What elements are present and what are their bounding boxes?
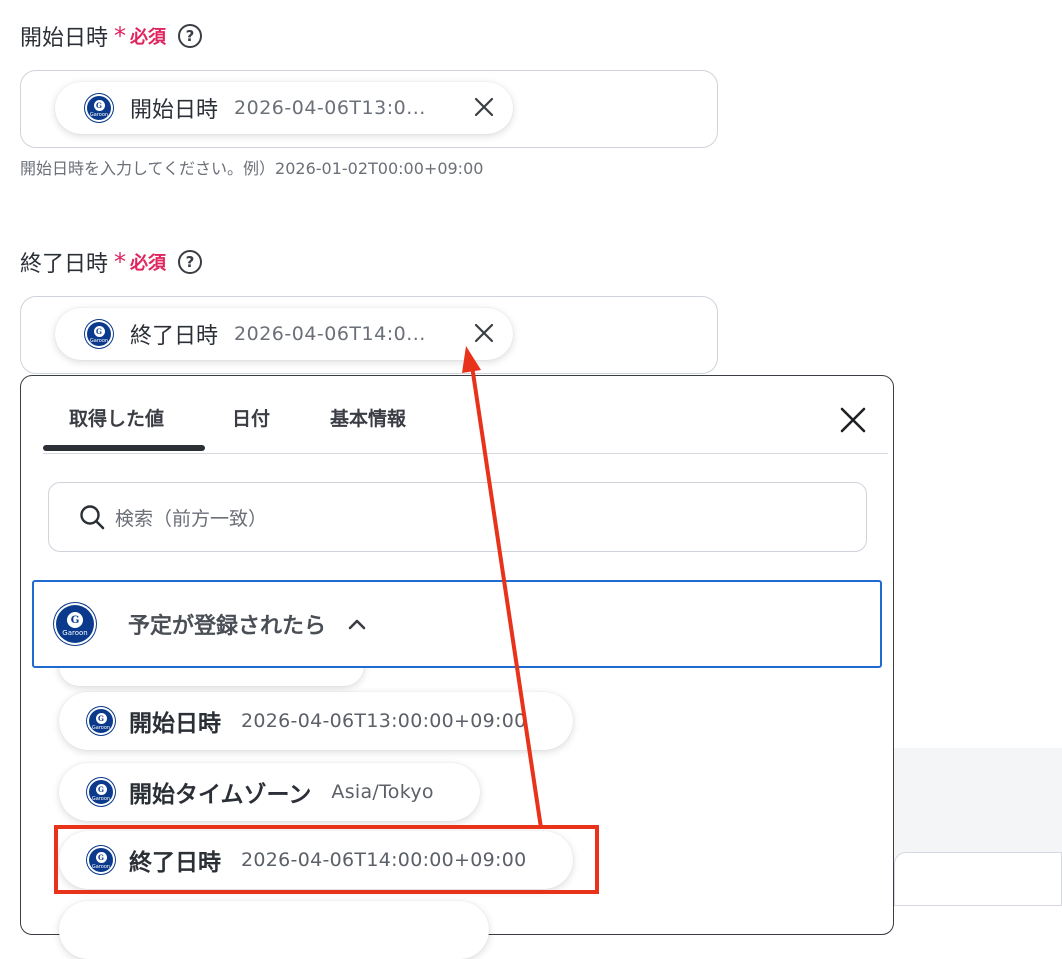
start-date-input[interactable]: G Garoon 開始日時 2026-04-06T13:0... [20,70,718,148]
required-star: * [114,22,127,50]
chip-value: 2026-04-06T14:0... [234,323,426,345]
help-icon[interactable]: ? [178,24,203,48]
end-field-label: 終了日時 [20,252,109,277]
tab-basic-info[interactable]: 基本情報 [330,404,406,431]
end-field-label-row: 終了日時 * 必須 ? [20,246,203,278]
required-badge: 必須 [130,253,167,274]
chip-label: 開始日時 [130,98,219,123]
item-label: 開始日時 [129,711,221,737]
tab-retrieved-values[interactable]: 取得した値 [69,404,164,431]
item-label: 開始タイムゾーン [129,782,312,808]
start-date-chip[interactable]: G Garoon 開始日時 2026-04-06T13:0... [55,82,513,134]
garoon-logo-icon: G Garoon [85,320,113,348]
start-field-label: 開始日時 [20,26,109,51]
end-date-chip[interactable]: G Garoon 終了日時 2026-04-06T14:0... [55,308,513,360]
highlight-box [54,825,599,894]
close-icon[interactable] [473,96,495,118]
close-icon[interactable] [839,406,867,434]
active-tab-indicator [43,445,205,451]
popup-tabs: 取得した値 日付 基本情報 [43,376,888,454]
garoon-logo-icon: G Garoon [54,603,96,645]
list-item-start-datetime[interactable]: G Garoon 開始日時 2026-04-06T13:00:00+09:00 [59,692,573,750]
secondary-card [894,852,1062,906]
start-field-hint: 開始日時を入力してください。例）2026-01-02T00:00+09:00 [20,159,484,178]
garoon-logo-icon: G Garoon [87,778,115,806]
required-star: * [114,248,127,276]
required-badge: 必須 [130,27,167,48]
tab-date[interactable]: 日付 [232,404,270,431]
close-icon[interactable] [473,322,495,344]
chip-label: 終了日時 [130,324,219,349]
trigger-group-header[interactable]: G Garoon 予定が登録されたら [32,580,882,668]
item-value: 2026-04-06T13:00:00+09:00 [241,710,527,732]
chevron-up-icon[interactable] [348,615,366,633]
search-placeholder: 検索（前方一致） [115,507,268,530]
list-item[interactable] [59,901,489,959]
search-icon [80,505,105,530]
garoon-logo-icon: G Garoon [87,707,115,735]
group-title: 予定が登録されたら [128,614,327,639]
list-item-start-timezone[interactable]: G Garoon 開始タイムゾーン Asia/Tokyo [59,763,480,821]
chip-value: 2026-04-06T13:0... [234,97,426,119]
garoon-logo-icon: G Garoon [85,94,113,122]
start-field-label-row: 開始日時 * 必須 ? [20,20,203,52]
end-date-input[interactable]: G Garoon 終了日時 2026-04-06T14:0... [20,296,718,374]
help-icon[interactable]: ? [178,250,203,274]
search-input[interactable]: 検索（前方一致） [48,482,867,552]
item-value: Asia/Tokyo [331,781,434,803]
